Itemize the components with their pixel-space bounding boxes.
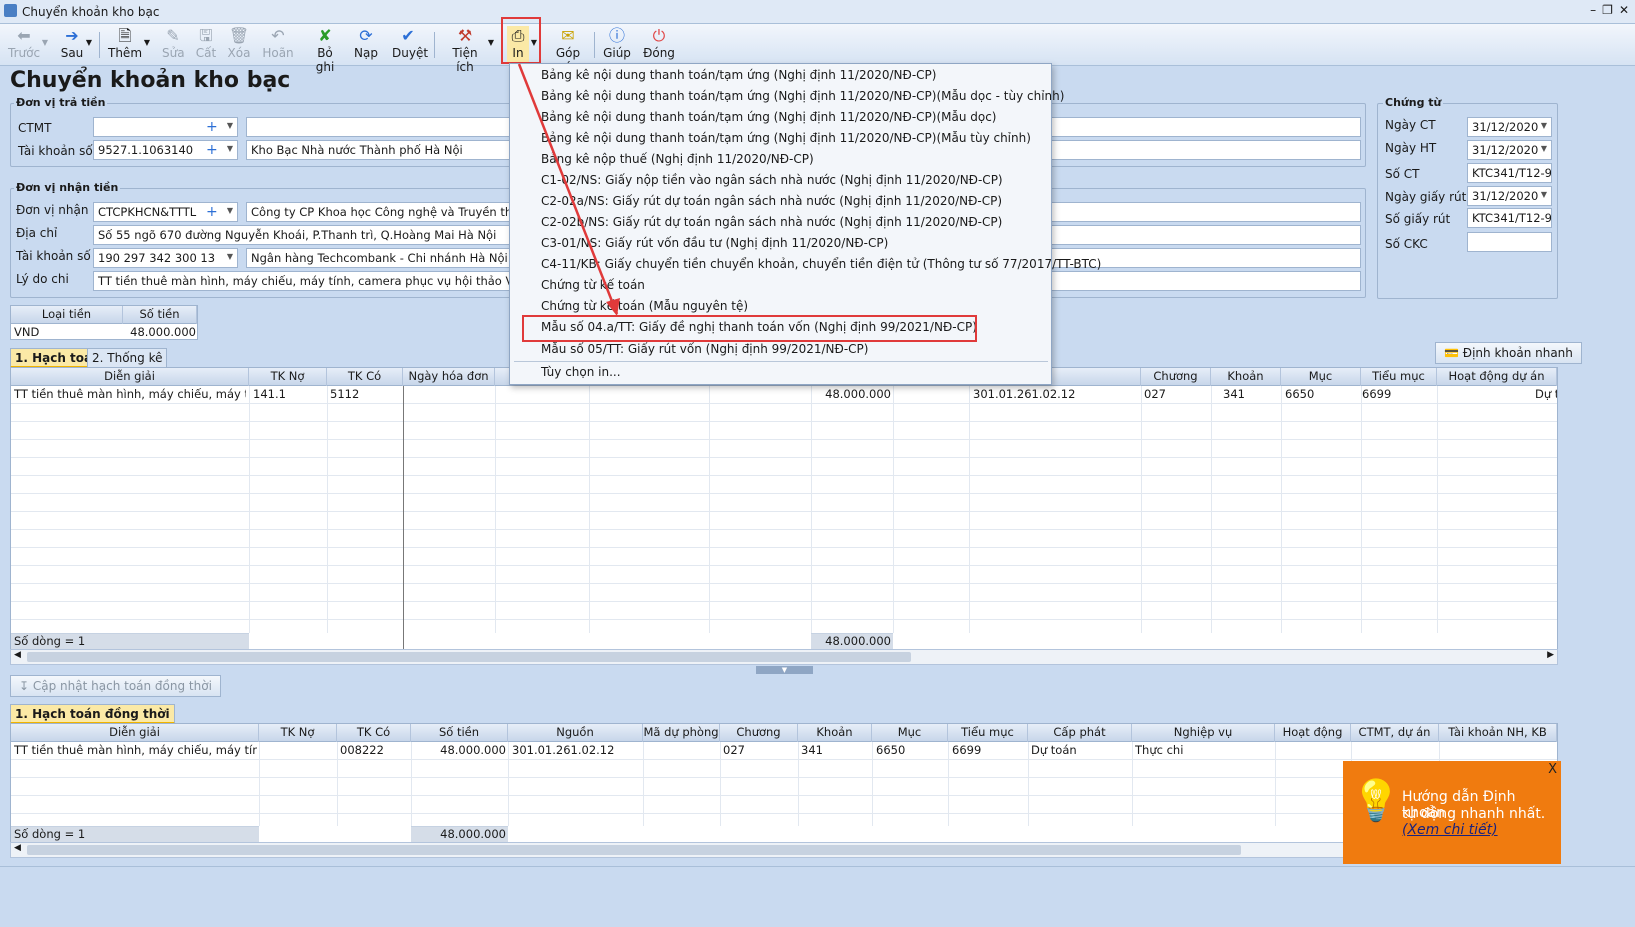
annotation-arrow (517, 63, 620, 316)
